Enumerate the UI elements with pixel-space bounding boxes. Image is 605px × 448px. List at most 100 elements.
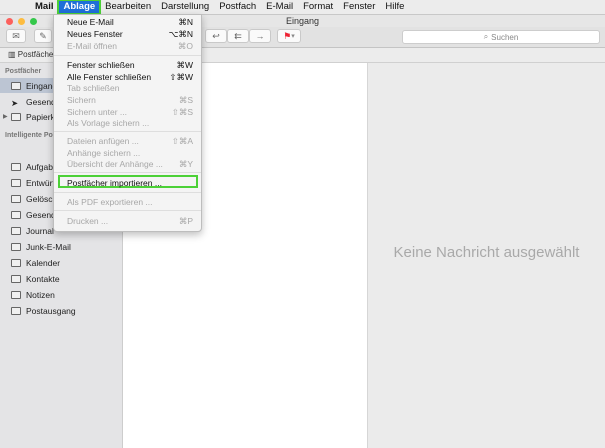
menu-item-shortcut: ⇧⌘A	[171, 136, 193, 146]
menu-separator	[54, 210, 201, 211]
menu-item-als-vorlage-sichern[interactable]: Als Vorlage sichern ...	[54, 118, 201, 129]
search-placeholder: Suchen	[491, 32, 519, 42]
folder-icon	[11, 226, 21, 235]
inbox-icon	[11, 81, 21, 90]
menu-item-shortcut: ⌘P	[178, 216, 193, 226]
sidebar-item-label: Junk-E-Mail	[26, 241, 71, 252]
menu-item-neues-fenster[interactable]: Neues Fenster ⌥⌘N	[54, 29, 201, 40]
menu-item-drucken[interactable]: Drucken ... ⌘P	[54, 216, 201, 227]
forward-icon: →	[255, 31, 265, 41]
sidebar-item-label: Kontakte	[26, 273, 60, 284]
folder-icon	[11, 242, 21, 251]
menu-item-label: Anhänge sichern ...	[67, 148, 141, 158]
reply-all-button[interactable]: ⇇	[227, 29, 249, 43]
menu-format[interactable]: Format	[298, 0, 338, 14]
menu-darstellung[interactable]: Darstellung	[156, 0, 214, 14]
menu-item-label: Neue E-Mail	[67, 17, 114, 27]
menu-separator	[54, 55, 201, 56]
menu-item-alle-fenster-schliessen[interactable]: Alle Fenster schließen ⇧⌘W	[54, 72, 201, 83]
flag-icon: ⚑	[283, 30, 292, 41]
flag-button[interactable]: ⚑ ▾	[277, 29, 301, 43]
sidebar-folder-kontakte[interactable]: Kontakte	[0, 271, 122, 286]
menu-item-shortcut: ⌘Y	[178, 159, 193, 169]
menu-item-uebersicht-der-anhaenge[interactable]: Übersicht der Anhänge ... ⌘Y	[54, 159, 201, 170]
menu-bearbeiten[interactable]: Bearbeiten	[100, 0, 156, 14]
folder-icon	[11, 194, 21, 203]
menu-item-shortcut: ⌘N	[178, 17, 193, 27]
menu-item-label: Alle Fenster schließen	[67, 72, 152, 82]
envelope-icon: ✉	[12, 30, 20, 41]
menu-item-postfaecher-importieren[interactable]: Postfächer importieren ...	[58, 175, 198, 188]
menu-item-label: Sichern unter ...	[67, 107, 128, 117]
search-field[interactable]: ⌕ Suchen	[402, 30, 600, 44]
sidebar-item-label: Kalender	[26, 257, 61, 268]
menu-item-label: Drucken ...	[67, 216, 109, 226]
folder-icon	[11, 306, 21, 315]
menu-item-email-oeffnen[interactable]: E-Mail öffnen ⌘O	[54, 41, 201, 52]
sidebar-toggle-icon: ▥	[8, 50, 16, 59]
sidebar-folder-notizen[interactable]: Notizen	[0, 287, 122, 302]
compose-button[interactable]: ✎	[34, 29, 52, 43]
sidebar-item-label: Journal	[26, 225, 54, 236]
message-viewer: Keine Nachricht ausgewählt	[368, 63, 605, 448]
disclosure-arrow-icon[interactable]: ▶	[3, 113, 8, 120]
menu-hilfe[interactable]: Hilfe	[380, 0, 409, 14]
compose-icon: ✎	[39, 30, 47, 41]
menu-item-label: Übersicht der Anhänge ...	[67, 159, 163, 169]
sidebar-folder-junk[interactable]: Junk-E-Mail	[0, 239, 122, 254]
forward-button[interactable]: →	[249, 29, 271, 43]
menu-bar: Mail Ablage Bearbeiten Darstellung Postf…	[0, 0, 605, 15]
menu-item-fenster-schliessen[interactable]: Fenster schließen ⌘W	[54, 60, 201, 71]
menu-item-neue-email[interactable]: Neue E-Mail ⌘N	[54, 17, 201, 28]
paper-plane-icon: ➤	[11, 97, 19, 108]
menu-item-label: Dateien anfügen ...	[67, 136, 139, 146]
menu-ablage[interactable]: Ablage	[57, 0, 102, 15]
sidebar-folder-kalender[interactable]: Kalender	[0, 255, 122, 270]
sidebar-section-mailboxes: Postfächer	[5, 68, 42, 75]
menu-item-anhaenge-sichern[interactable]: Anhänge sichern ...	[54, 148, 201, 159]
search-icon: ⌕	[483, 32, 489, 41]
menu-separator	[54, 172, 201, 173]
menu-item-label: Als PDF exportieren ...	[67, 197, 153, 207]
sidebar-item-label: Postausgang	[26, 305, 76, 316]
no-message-selected-text: Keine Nachricht ausgewählt	[393, 244, 580, 261]
menu-item-label: Tab schließen	[67, 83, 120, 93]
menu-fenster[interactable]: Fenster	[338, 0, 380, 14]
sidebar-folder-postausgang[interactable]: Postausgang	[0, 303, 122, 318]
menu-item-label: Neues Fenster	[67, 29, 123, 39]
menu-item-sichern[interactable]: Sichern ⌘S	[54, 95, 201, 106]
menu-item-label: E-Mail öffnen	[67, 41, 117, 51]
menu-item-shortcut: ⌥⌘N	[168, 29, 193, 39]
menu-item-shortcut: ⇧⌘W	[169, 72, 193, 82]
menu-item-shortcut: ⌘O	[177, 41, 193, 51]
menu-app-mail[interactable]: Mail	[30, 0, 58, 14]
reply-button[interactable]: ↩	[205, 29, 227, 43]
folder-icon	[11, 162, 21, 171]
menu-separator	[54, 192, 201, 193]
folder-icon	[11, 290, 21, 299]
sidebar-item-label: Notizen	[26, 289, 55, 300]
favorites-postfaecher-button[interactable]: ▥ Postfächer	[8, 50, 56, 59]
menu-item-label: Fenster schließen	[67, 60, 135, 70]
menu-email[interactable]: E-Mail	[261, 0, 298, 14]
menu-item-sichern-unter[interactable]: Sichern unter ... ⇧⌘S	[54, 107, 201, 118]
folder-icon	[11, 258, 21, 267]
folder-icon	[11, 178, 21, 187]
menu-item-label: Postfächer importieren ...	[67, 178, 162, 188]
menu-item-label: Als Vorlage sichern ...	[67, 118, 150, 128]
get-mail-button[interactable]: ✉	[6, 29, 26, 43]
sidebar-section-smart: Intelligente Po	[5, 132, 53, 139]
trash-icon	[11, 112, 21, 121]
menu-item-shortcut: ⇧⌘S	[171, 107, 193, 117]
reply-all-icon: ⇇	[234, 30, 242, 41]
reply-icon: ↩	[212, 30, 220, 41]
menu-item-label: Sichern	[67, 95, 96, 105]
menu-item-shortcut: ⌘W	[176, 60, 193, 70]
menu-item-tab-schliessen[interactable]: Tab schließen	[54, 83, 201, 94]
ablage-dropdown-menu: Neue E-Mail ⌘N Neues Fenster ⌥⌘N E-Mail …	[53, 14, 202, 232]
menu-item-dateien-anfuegen[interactable]: Dateien anfügen ... ⇧⌘A	[54, 136, 201, 147]
folder-icon	[11, 210, 21, 219]
menu-postfach[interactable]: Postfach	[214, 0, 261, 14]
menu-item-als-pdf-exportieren[interactable]: Als PDF exportieren ...	[54, 197, 201, 208]
menu-item-shortcut: ⌘S	[178, 95, 193, 105]
